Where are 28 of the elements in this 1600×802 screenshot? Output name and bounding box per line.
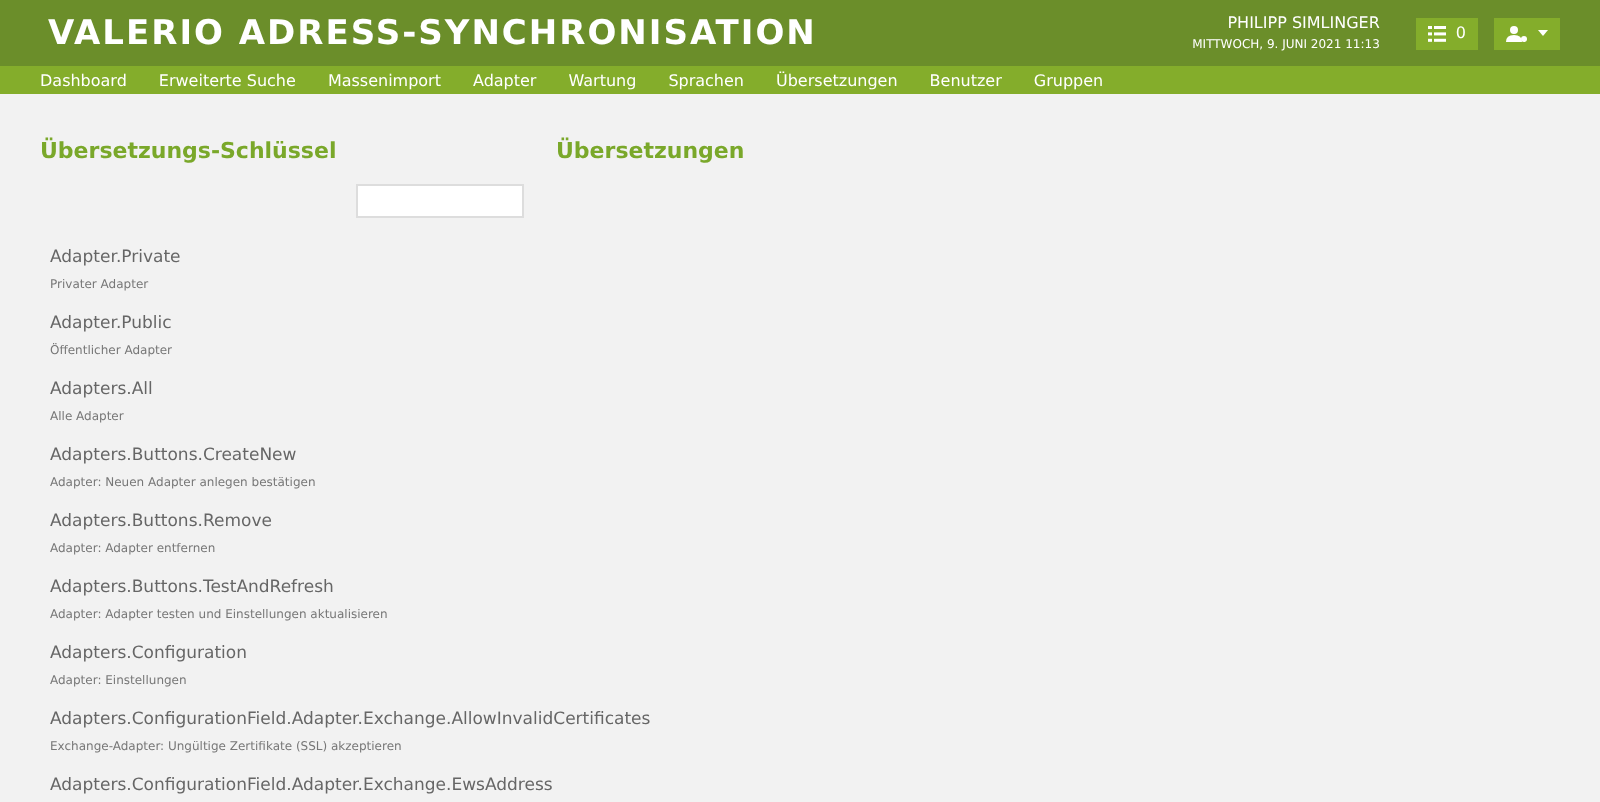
caret-icon xyxy=(1538,30,1548,36)
translation-key[interactable]: Adapters.Configuration xyxy=(50,644,247,664)
nav-link[interactable]: Adapter xyxy=(472,71,537,89)
search-field[interactable] xyxy=(356,184,524,218)
section-heading: Übersetzungen xyxy=(556,138,745,164)
translation-key[interactable]: Adapter.Public xyxy=(50,314,172,334)
user-menu-button[interactable] xyxy=(1494,17,1560,49)
translation-key[interactable]: Adapters.ConfigurationField.Adapter.Exchange.AllowInvalidCertificates xyxy=(50,710,651,730)
nav-link[interactable]: Benutzer xyxy=(929,71,1002,89)
nav-link[interactable]: Übersetzungen xyxy=(776,71,898,89)
app-title: VALERIO ADRESS-SYNCHRONISATION xyxy=(48,13,819,53)
translation-key[interactable]: Adapters.Buttons.CreateNew xyxy=(50,446,297,466)
nav-link[interactable]: Massenimport xyxy=(327,71,441,89)
translation-key[interactable]: Adapters.ConfigurationField.Adapter.Exchange.EwsAddress xyxy=(50,776,553,796)
list-icon xyxy=(1427,25,1446,41)
user-settings-icon xyxy=(1506,25,1528,41)
nav-link[interactable]: Wartung xyxy=(568,71,637,89)
section-heading: Übersetzungs-Schlüssel xyxy=(40,138,339,164)
nav-link[interactable]: Dashboard xyxy=(40,71,127,89)
translation-key[interactable]: Adapters.Buttons.TestAndRefresh xyxy=(50,578,334,598)
translation-key[interactable]: Adapters.Buttons.Remove xyxy=(50,512,272,532)
translation-key[interactable]: Adapter.Private xyxy=(50,248,181,268)
nav-link[interactable]: Erweiterte Suche xyxy=(158,71,296,89)
nav-link[interactable]: Gruppen xyxy=(1033,71,1104,89)
nav-link[interactable]: Sprachen xyxy=(668,71,744,89)
translation-key[interactable]: Adapters.All xyxy=(50,380,153,400)
task-list-button[interactable]: 0 xyxy=(1415,17,1478,49)
user-name: PHILIPP SIMLINGER xyxy=(1227,14,1380,32)
